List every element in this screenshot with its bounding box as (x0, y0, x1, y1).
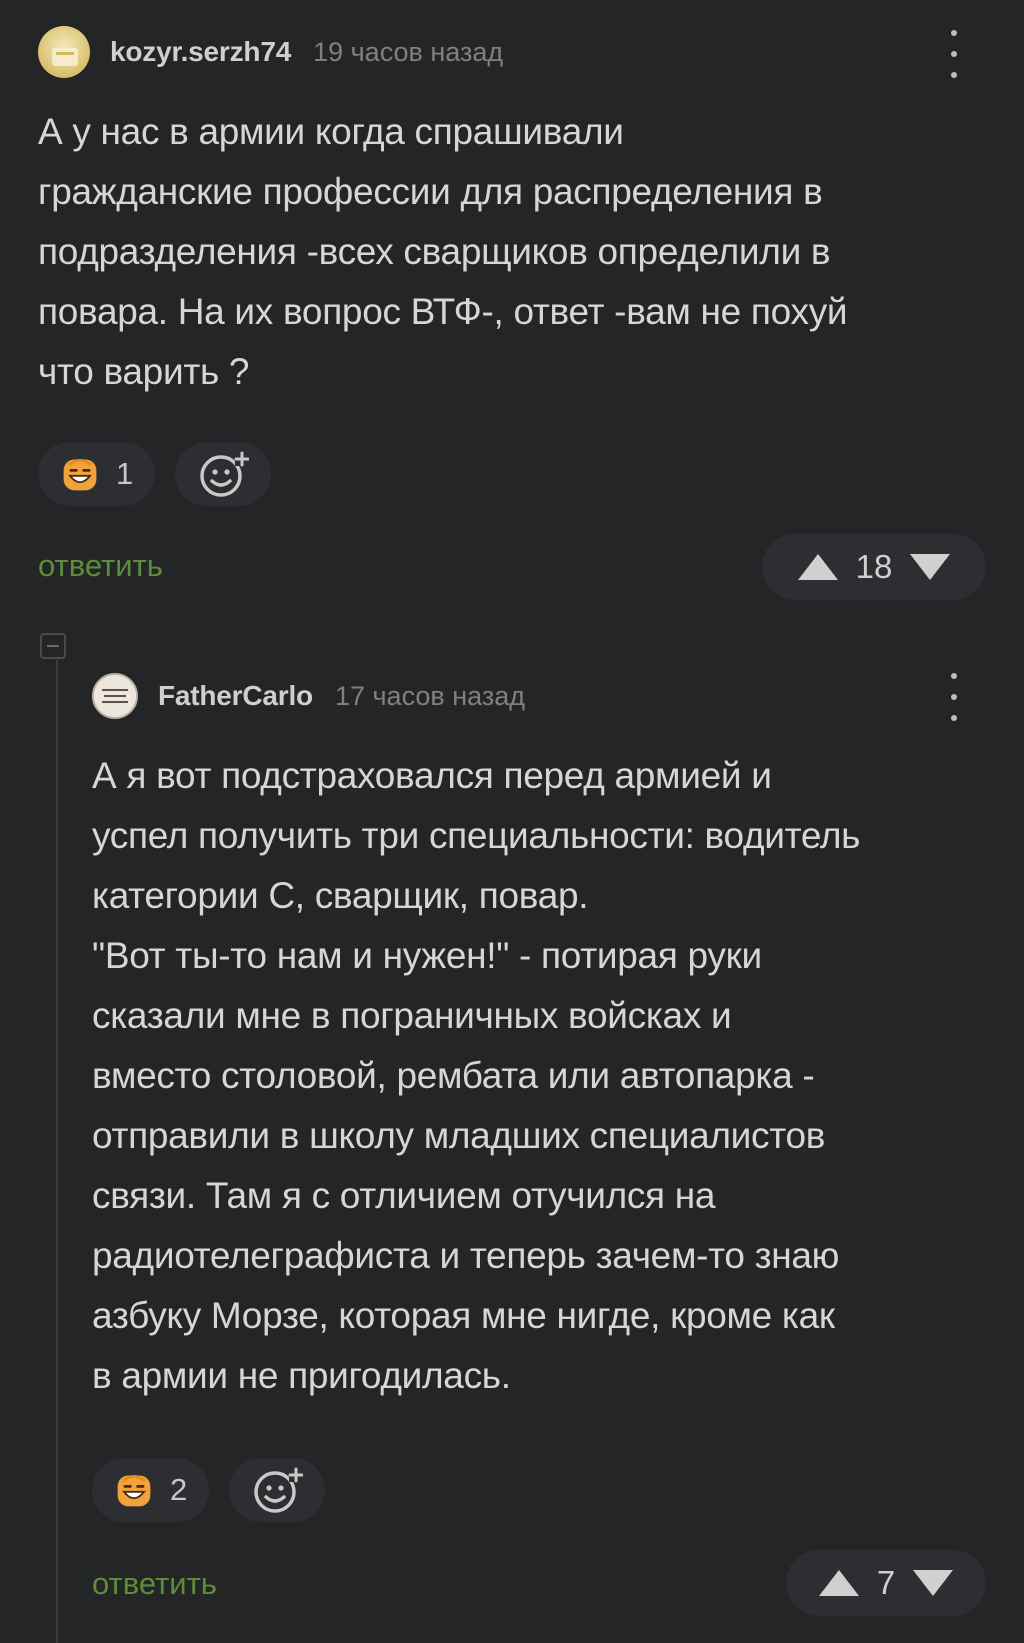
vote-count: 7 (876, 1564, 896, 1601)
comment-header: FatherCarlo 17 часов назад (92, 673, 972, 719)
comment-text: А у нас в армии когда спрашивали граждан… (38, 111, 848, 392)
author-name[interactable]: FatherCarlo (158, 680, 313, 712)
grinning-face-emoji-icon (63, 459, 97, 491)
downvote-triangle-icon[interactable] (911, 1568, 955, 1598)
more-vertical-icon[interactable] (944, 30, 964, 78)
add-emoji-icon (254, 1467, 304, 1513)
vote-widget: 18 (762, 534, 986, 600)
reply-link[interactable]: ответить (92, 1566, 217, 1602)
vote-widget: 7 (786, 1550, 986, 1616)
reaction-pill[interactable]: 1 (38, 442, 156, 506)
collapse-thread-icon[interactable] (40, 633, 66, 659)
grinning-face-emoji-icon (117, 1475, 151, 1507)
comment: kozyr.serzh74 19 часов назад (38, 26, 988, 78)
comment-time: 19 часов назад (313, 36, 504, 67)
avatar[interactable] (38, 26, 90, 78)
add-reaction-button[interactable] (175, 442, 272, 506)
reply-link[interactable]: ответить (38, 548, 163, 584)
upvote-triangle-icon[interactable] (796, 552, 840, 582)
author-name[interactable]: kozyr.serzh74 (110, 36, 291, 68)
upvote-triangle-icon[interactable] (817, 1568, 861, 1598)
reaction-count: 2 (170, 1472, 188, 1507)
reaction-count: 1 (116, 456, 134, 491)
comment-time: 17 часов назад (334, 680, 526, 711)
vote-count: 18 (855, 548, 893, 585)
thread-line[interactable] (56, 660, 58, 1643)
add-reaction-button[interactable] (229, 1458, 326, 1522)
more-vertical-icon[interactable] (944, 673, 964, 721)
avatar[interactable] (92, 673, 138, 719)
reactions-bar: 1 (38, 442, 272, 506)
comment: FatherCarlo 17 часов назад (92, 673, 972, 719)
reactions-bar: 2 (92, 1458, 326, 1522)
comment-text: А я вот подстраховался перед армией и ус… (92, 755, 861, 1396)
downvote-triangle-icon[interactable] (908, 552, 952, 582)
reaction-pill[interactable]: 2 (92, 1458, 210, 1522)
add-emoji-icon (200, 451, 250, 497)
comment-header: kozyr.serzh74 19 часов назад (38, 26, 988, 78)
